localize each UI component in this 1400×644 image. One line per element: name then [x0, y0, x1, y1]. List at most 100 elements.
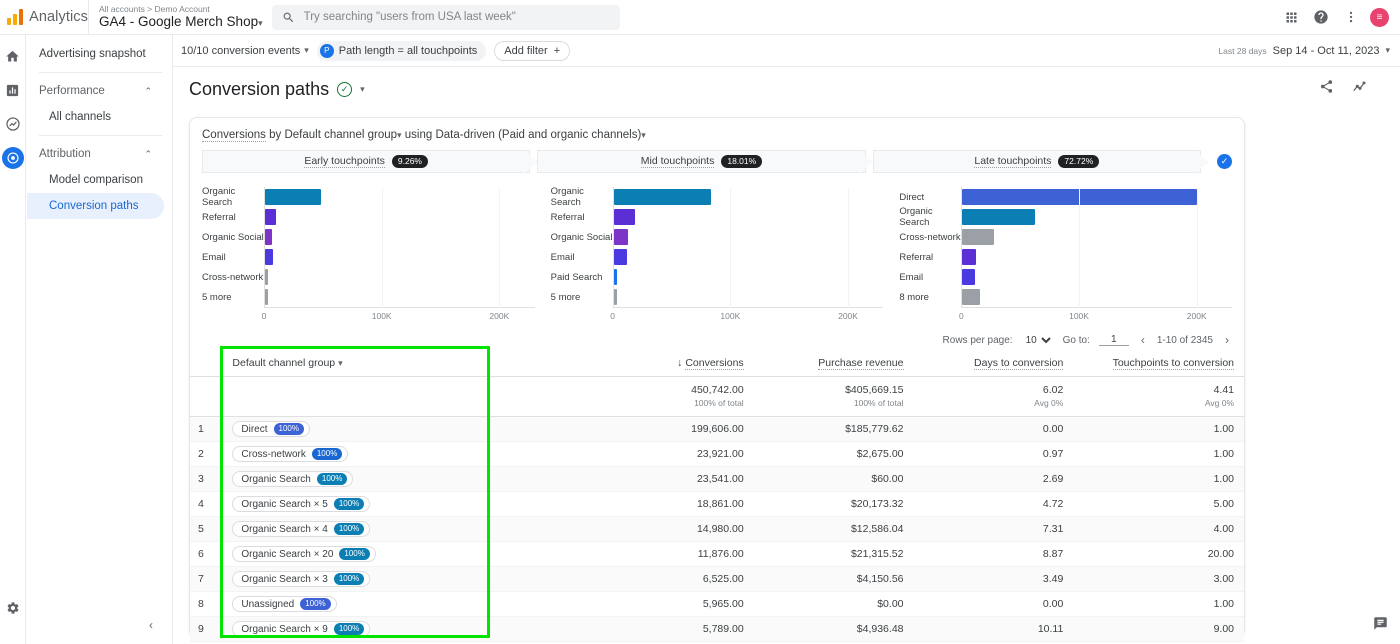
- table-row[interactable]: 6 Organic Search × 20 100% 11,876.00 $21,315…: [190, 541, 1244, 567]
- feedback-icon[interactable]: [1373, 616, 1388, 636]
- touchpoint-segment-mid[interactable]: Mid touchpoints 18.01%: [537, 150, 866, 173]
- bar-category-label: Referral: [550, 211, 585, 223]
- sidebar-item-model-comparison[interactable]: Model comparison: [27, 167, 164, 193]
- dimension-column-header[interactable]: Default channel group ▾: [222, 351, 486, 377]
- bar-track: [264, 207, 535, 227]
- more-vert-icon[interactable]: [1340, 6, 1362, 28]
- path-chip[interactable]: Cross-network 100%: [232, 446, 349, 462]
- bar[interactable]: [265, 269, 269, 285]
- table-row[interactable]: 8 Unassigned 100% 5,965.00 $0.00 0.00 1.00: [190, 591, 1244, 617]
- path-chip[interactable]: Organic Search 100%: [232, 471, 354, 487]
- rail-reports-icon[interactable]: [2, 79, 24, 101]
- chevron-down-icon[interactable]: ▾: [360, 84, 365, 95]
- table-row[interactable]: 1 Direct 100% 199,606.00 $185,779.62 0.00 1.00: [190, 416, 1244, 442]
- bar[interactable]: [962, 229, 994, 245]
- sidebar-section-attribution[interactable]: Attribution ⌃: [27, 141, 164, 167]
- summary-subtext: 100% of total: [694, 398, 744, 408]
- path-chip[interactable]: Organic Search × 20 100%: [232, 546, 376, 562]
- table-body: 1 Direct 100% 199,606.00 $185,779.62 0.00 1.00…: [190, 416, 1244, 644]
- table-row[interactable]: 4 Organic Search × 5 100% 18,861.00 $20,173.…: [190, 491, 1244, 517]
- sidebar-section-performance[interactable]: Performance ⌃: [27, 78, 164, 104]
- chevron-down-icon[interactable]: ▾: [397, 130, 402, 140]
- bar-track: [612, 247, 884, 267]
- chevron-left-icon[interactable]: ‹: [1138, 333, 1148, 347]
- bar[interactable]: [265, 249, 274, 265]
- bar[interactable]: [613, 249, 627, 265]
- sidebar-item-conversion-paths[interactable]: Conversion paths: [27, 193, 164, 219]
- dimension-selector[interactable]: Default channel group: [284, 129, 397, 141]
- bar[interactable]: [265, 229, 273, 245]
- property-name[interactable]: GA4 - Google Merch Shop▾: [99, 14, 263, 31]
- date-range-picker[interactable]: Last 28 days Sep 14 - Oct 11, 2023 ▾: [1218, 45, 1390, 57]
- search-bar[interactable]: [271, 4, 620, 30]
- avatar[interactable]: ≡: [1370, 7, 1389, 27]
- gridline: [1196, 188, 1198, 308]
- sidebar-collapse-button[interactable]: ‹: [142, 616, 160, 634]
- conversion-check-icon[interactable]: ✓: [1216, 154, 1232, 169]
- column-header-purchase-revenue[interactable]: Purchase revenue: [753, 351, 914, 377]
- help-icon[interactable]: [1310, 6, 1332, 28]
- cell-purchase-revenue: $2,675.00: [753, 441, 914, 467]
- column-header-days-to-conversion[interactable]: Days to conversion: [913, 351, 1074, 377]
- apps-grid-icon[interactable]: [1280, 6, 1302, 28]
- metric-selector[interactable]: Conversions: [202, 129, 266, 142]
- table-row[interactable]: 3 Organic Search 100% 23,541.00 $60.00 2.69 1.…: [190, 466, 1244, 492]
- path-cell: Direct 100%: [222, 416, 486, 442]
- bar-track: [264, 247, 535, 267]
- rail-advertising-icon[interactable]: [1, 147, 24, 169]
- rail-explore-icon[interactable]: [2, 113, 24, 135]
- rail-home-icon[interactable]: [2, 45, 24, 67]
- x-tick-label: 100K: [720, 311, 741, 321]
- column-header-conversions[interactable]: ↓ Conversions: [593, 351, 754, 377]
- table-row[interactable]: 5 Organic Search × 4 100% 14,980.00 $12,586.…: [190, 516, 1244, 542]
- bar[interactable]: [613, 189, 711, 205]
- conversion-events-selector[interactable]: 10/10 conversion events ▾: [181, 45, 309, 57]
- touchpoint-segment-late[interactable]: Late touchpoints 72.72%: [872, 150, 1201, 173]
- bar-track: [612, 207, 884, 227]
- touchpoint-segment-early[interactable]: Early touchpoints 9.26%: [202, 150, 531, 173]
- path-chip[interactable]: Organic Search × 9 100%: [232, 621, 371, 637]
- bar[interactable]: [265, 289, 269, 305]
- column-header-touchpoints-to-conversion[interactable]: Touchpoints to conversion: [1073, 351, 1244, 377]
- row-index: 4: [190, 491, 223, 517]
- share-icon[interactable]: [1319, 79, 1334, 100]
- table-row[interactable]: 7 Organic Search × 3 100% 6,525.00 $4,150.56…: [190, 566, 1244, 592]
- bar[interactable]: [962, 249, 977, 265]
- bar[interactable]: [265, 189, 322, 205]
- bar[interactable]: [962, 269, 976, 285]
- path-chip[interactable]: Unassigned 100%: [232, 596, 337, 612]
- sidebar-item-all-channels[interactable]: All channels: [27, 104, 164, 130]
- path-chip[interactable]: Organic Search × 4 100%: [232, 521, 371, 537]
- rail-gear-icon[interactable]: [2, 597, 24, 619]
- goto-page-input[interactable]: [1098, 334, 1129, 346]
- rows-per-page-select[interactable]: 10: [1021, 333, 1054, 347]
- bar-row: Organic Search: [551, 186, 884, 208]
- bar[interactable]: [613, 289, 617, 305]
- chevron-right-icon[interactable]: ›: [1222, 333, 1232, 347]
- add-filter-button[interactable]: Add filter +: [494, 40, 571, 61]
- account-selector[interactable]: All accounts > Demo Account GA4 - Google…: [88, 0, 263, 35]
- summary-touchpoints: 4.41 Avg 0%: [1073, 376, 1244, 417]
- analytics-logo[interactable]: Analytics: [0, 9, 88, 25]
- bar-row: Cross-network: [202, 267, 535, 287]
- bar[interactable]: [962, 289, 980, 305]
- table-row[interactable]: 2 Cross-network 100% 23,921.00 $2,675.00 0.97…: [190, 441, 1244, 467]
- search-input[interactable]: [303, 11, 604, 23]
- bar[interactable]: [613, 269, 617, 285]
- table-row[interactable]: 9 Organic Search × 9 100% 5,789.00 $4,936.48…: [190, 616, 1244, 642]
- path-chip[interactable]: Direct 100%: [232, 421, 310, 437]
- cell-days-to-conversion: 0.00: [913, 591, 1074, 617]
- bar[interactable]: [265, 209, 277, 225]
- bar[interactable]: [962, 209, 1036, 225]
- bar-category-label: Referral: [202, 211, 236, 223]
- insights-icon[interactable]: [1352, 79, 1368, 100]
- sidebar-item-advertising-snapshot[interactable]: Advertising snapshot: [27, 41, 164, 67]
- attribution-model-selector[interactable]: Data-driven (Paid and organic channels): [435, 129, 641, 141]
- path-chip[interactable]: Organic Search × 3 100%: [232, 571, 371, 587]
- path-length-filter-chip[interactable]: P Path length = all touchpoints: [316, 40, 487, 61]
- chevron-down-icon[interactable]: ▾: [641, 130, 646, 140]
- bar[interactable]: [613, 229, 628, 245]
- chevron-down-icon: ▾: [1385, 45, 1390, 55]
- bar[interactable]: [613, 209, 635, 225]
- path-chip[interactable]: Organic Search × 5 100%: [232, 496, 371, 512]
